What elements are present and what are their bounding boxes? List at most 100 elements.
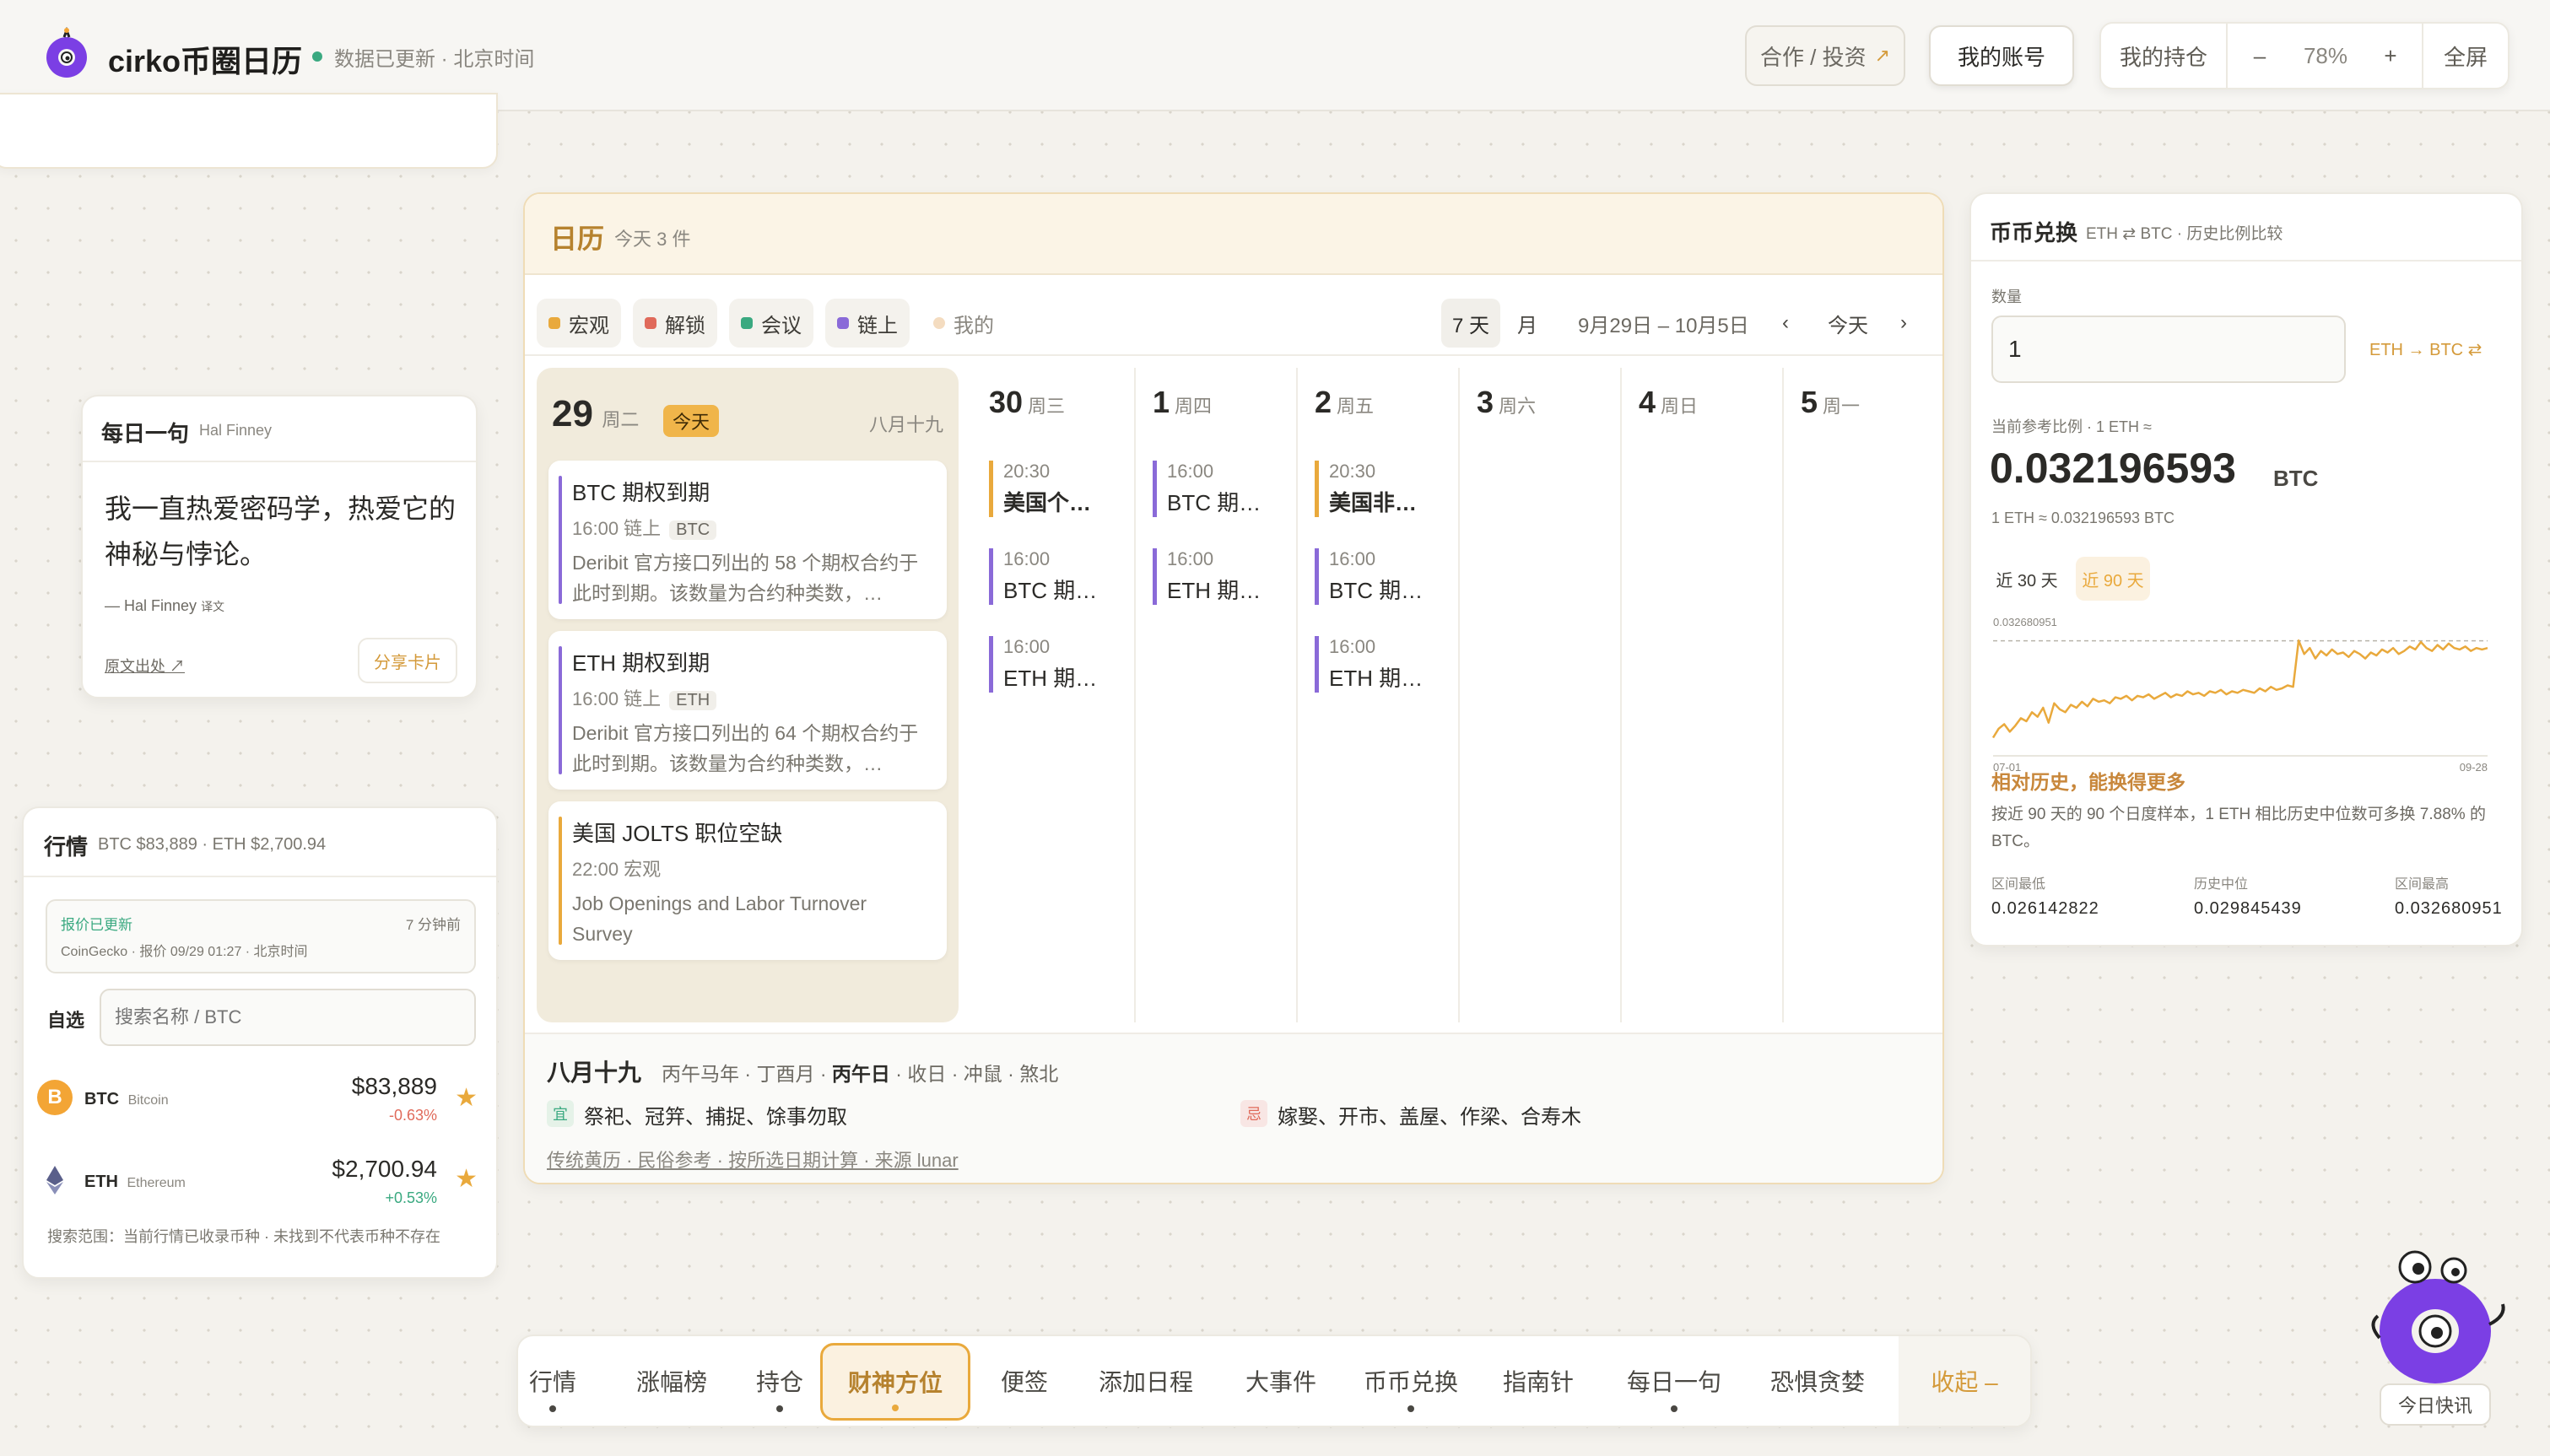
filter-meeting[interactable]: 会议: [729, 299, 813, 348]
quote-by: — Hal Finney: [105, 597, 197, 614]
day-header: 5 周一: [1801, 385, 1860, 420]
collapse-nav-button[interactable]: 收起 –: [1899, 1336, 2030, 1426]
event-title: BTC 期…: [1329, 578, 1424, 603]
calendar-subtitle: 今天 3 件: [614, 229, 691, 250]
weekday: 周六: [1499, 396, 1537, 417]
filter-color-dot: [837, 317, 849, 329]
coop-invest-button[interactable]: 合作 / 投资 ↗: [1745, 25, 1905, 86]
rate-label: 当前参考比例 · 1 ETH ≈: [1991, 418, 2152, 435]
favorite-star-icon[interactable]: ★: [455, 1164, 478, 1194]
coin-price: $2,700.94: [332, 1156, 437, 1182]
today-badge: 今天: [663, 405, 719, 437]
zoom-toolbar: 我的持仓 – 78% + 全屏: [2099, 22, 2509, 89]
event-chip[interactable]: 16:00 ETH 期…: [1315, 636, 1450, 693]
yi-suitable-icon: 宜: [547, 1100, 574, 1127]
filter-label: 会议: [761, 314, 802, 337]
zoom-in-button[interactable]: +: [2359, 24, 2423, 88]
tab-90-days[interactable]: 近 90 天: [2076, 557, 2150, 601]
next-week-chevron-icon[interactable]: ›: [1900, 299, 1907, 348]
day-column[interactable]: 2 周五 20:30 美国非… 16:00 BTC 期… 16:00 ETH 期…: [1296, 368, 1456, 1022]
event-chip[interactable]: 16:00 ETH 期…: [989, 636, 1124, 693]
event-chip[interactable]: 16:00 ETH 期…: [1153, 548, 1288, 605]
divider: [83, 461, 476, 462]
swap-direction-button[interactable]: ETH → BTC ⇄: [2369, 339, 2482, 360]
nav-item-gainers[interactable]: 涨幅榜: [604, 1336, 739, 1426]
nav-item-fear-greed[interactable]: 恐惧贪婪: [1750, 1336, 1885, 1426]
event-meta: 16:00 链上 BTC: [572, 514, 932, 541]
event-chip[interactable]: 16:00 BTC 期…: [1315, 548, 1450, 605]
event-chip[interactable]: 20:30 美国个…: [989, 461, 1124, 517]
day-number: 5: [1801, 385, 1818, 419]
event-time: 16:00: [1167, 461, 1214, 482]
view-month-button[interactable]: 月: [1517, 299, 1537, 348]
almanac-source-link[interactable]: 传统黄历 · 民俗参考 · 按所选日期计算 · 来源 lunar: [547, 1146, 959, 1173]
nav-label: 行情: [528, 1369, 576, 1395]
share-card-button[interactable]: 分享卡片: [358, 638, 457, 683]
eth-diamond-icon: [46, 1166, 63, 1194]
day-column[interactable]: 4 周日: [1620, 368, 1780, 1022]
quantity-input[interactable]: [1991, 315, 2346, 383]
filter-color-dot: [741, 317, 753, 329]
zoom-out-button[interactable]: –: [2228, 24, 2292, 88]
my-holdings-button[interactable]: 我的持仓: [2101, 24, 2228, 88]
coin-search-input[interactable]: [100, 989, 476, 1046]
filter-color-dot: [645, 317, 656, 329]
filter-mine[interactable]: 我的: [921, 299, 1006, 348]
nav-item-market[interactable]: 行情: [518, 1336, 587, 1426]
divider: [24, 876, 496, 877]
quote-translation-note: 译文: [201, 600, 225, 613]
nav-label: 指南针: [1502, 1369, 1574, 1395]
event-card[interactable]: BTC 期权到期 16:00 链上 BTC Deribit 官方接口列出的 58 …: [548, 461, 947, 619]
day-column-today[interactable]: 29 周二 今天 八月十九 BTC 期权到期 16:00 链上 BTC Derib…: [537, 368, 959, 1022]
quote-text: 我一直热爱密码学，热爱它的神秘与悖论。: [105, 493, 457, 570]
my-account-button[interactable]: 我的账号: [1929, 25, 2074, 86]
event-card[interactable]: ETH 期权到期 16:00 链上 ETH Deribit 官方接口列出的 64 …: [548, 631, 947, 790]
cirko-mascot-logo-icon[interactable]: [39, 27, 95, 83]
mascot-icon[interactable]: [2363, 1243, 2515, 1395]
exchange-subtitle: ETH ⇄ BTC · 历史比例比较: [2086, 225, 2283, 243]
event-tag: BTC: [669, 520, 717, 540]
nav-item-holdings[interactable]: 持仓: [739, 1336, 820, 1426]
nav-item-daily-quote[interactable]: 每日一句: [1607, 1336, 1742, 1426]
day-header: 30 周三: [989, 385, 1065, 420]
view-7-days-button[interactable]: 7 天: [1441, 299, 1500, 348]
quote-card-title: 每日一句: [101, 421, 190, 446]
today-button[interactable]: 今天: [1828, 299, 1868, 348]
day-column[interactable]: 1 周四 16:00 BTC 期… 16:00 ETH 期…: [1134, 368, 1294, 1022]
filter-onchain[interactable]: 链上: [825, 299, 910, 348]
collapsed-panel: [0, 93, 498, 169]
prev-week-chevron-icon[interactable]: ‹: [1782, 299, 1789, 348]
nav-item-compass[interactable]: 指南针: [1483, 1336, 1593, 1426]
quick-news-button[interactable]: 今日快讯: [2380, 1383, 2491, 1426]
nav-label: 涨幅榜: [635, 1369, 707, 1395]
filter-unlock[interactable]: 解锁: [633, 299, 717, 348]
coin-row-eth[interactable]: ETH Ethereum: [84, 1173, 186, 1192]
event-chip[interactable]: 16:00 BTC 期…: [989, 548, 1124, 605]
ganzhi-day: 丙午日: [831, 1063, 890, 1085]
nav-item-add-schedule[interactable]: 添加日程: [1078, 1336, 1213, 1426]
event-card[interactable]: 美国 JOLTS 职位空缺 22:00 宏观 Job Openings and …: [548, 801, 947, 960]
coin-row-btc[interactable]: BTC Bitcoin: [84, 1090, 169, 1109]
stat-high-value: 0.032680951: [2395, 899, 2503, 918]
nav-label: 每日一句: [1626, 1369, 1721, 1395]
fullscreen-button[interactable]: 全屏: [2423, 24, 2508, 88]
day-column[interactable]: 5 周一: [1782, 368, 1942, 1022]
status-dot: [312, 51, 322, 62]
event-time: 16:00: [1167, 548, 1214, 569]
event-title: ETH 期…: [1167, 578, 1261, 603]
quote-source-link[interactable]: 原文出处 ↗: [105, 655, 185, 677]
nav-item-exchange[interactable]: 币币兑换: [1343, 1336, 1478, 1426]
nav-item-notes[interactable]: 便签: [981, 1336, 1068, 1426]
day-column[interactable]: 30 周三 20:30 美国个… 16:00 BTC 期… 16:00 ETH 期…: [972, 368, 1132, 1022]
rate-value: 0.032196593: [1990, 445, 2236, 492]
day-column[interactable]: 3 周六: [1458, 368, 1618, 1022]
event-time: 20:30: [1329, 461, 1376, 482]
favorite-star-icon[interactable]: ★: [455, 1083, 478, 1113]
quote-updated-ago: 7 分钟前: [405, 917, 461, 933]
event-chip[interactable]: 16:00 BTC 期…: [1153, 461, 1288, 517]
nav-item-major-events[interactable]: 大事件: [1222, 1336, 1340, 1426]
event-chip[interactable]: 20:30 美国非…: [1315, 461, 1450, 517]
nav-item-wealth-direction[interactable]: 财神方位: [820, 1343, 970, 1421]
filter-macro[interactable]: 宏观: [537, 299, 621, 348]
tab-30-days[interactable]: 近 30 天: [1990, 557, 2064, 601]
